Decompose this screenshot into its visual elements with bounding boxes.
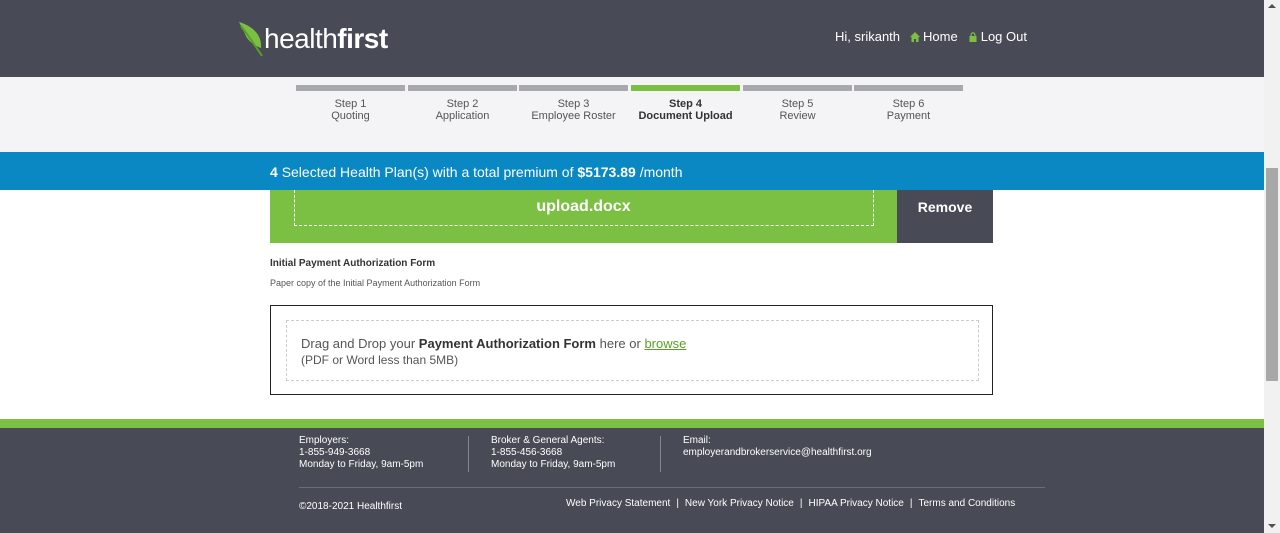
- file-limits: (PDF or Word less than 5MB): [301, 353, 459, 367]
- scroll-up-arrow-icon[interactable]: [1268, 4, 1276, 8]
- step-number: Step 2: [446, 98, 479, 110]
- footer-employers: Employers: 1-855-949-3668 Monday to Frid…: [299, 435, 423, 471]
- web-privacy-link[interactable]: Web Privacy Statement: [566, 498, 670, 509]
- step-name: Review: [779, 110, 816, 122]
- footer-accent-bar: [0, 419, 1264, 428]
- step-bar: [296, 85, 405, 91]
- step-employee-roster[interactable]: Step 3 Employee Roster: [519, 85, 628, 122]
- logo-text-bold: first: [337, 23, 388, 54]
- footer-links: Web Privacy Statement | New York Privacy…: [566, 498, 1016, 509]
- step-name: Employee Roster: [531, 110, 616, 122]
- employers-hours: Monday to Friday, 9am-5pm: [299, 459, 424, 470]
- employers-phone[interactable]: 1-855-949-3668: [299, 447, 423, 459]
- email-label: Email:: [683, 435, 711, 446]
- lock-icon: [969, 31, 977, 42]
- step-number: Step 3: [557, 98, 590, 110]
- step-number: Step 5: [781, 98, 814, 110]
- home-link[interactable]: Home: [910, 29, 958, 44]
- summary-text: Selected Health Plan(s) with a total pre…: [281, 164, 574, 180]
- footer-brokers: Broker & General Agents: 1-855-456-3668 …: [491, 435, 615, 471]
- step-number: Step 4: [668, 98, 702, 110]
- employers-label: Employers:: [299, 435, 350, 446]
- scroll-down-arrow-icon[interactable]: [1268, 524, 1276, 528]
- premium-amount: $5173.89: [577, 164, 636, 180]
- step-name: Application: [435, 110, 490, 122]
- ny-privacy-link[interactable]: New York Privacy Notice: [685, 498, 794, 509]
- step-number: Step 1: [334, 98, 367, 110]
- step-application[interactable]: Step 2 Application: [408, 85, 517, 122]
- step-payment[interactable]: Step 6 Payment: [854, 85, 963, 122]
- step-bar: [854, 85, 963, 91]
- plan-count: 4: [270, 164, 278, 180]
- payment-form-upload-box: Drag and Drop your Payment Authorization…: [270, 305, 993, 395]
- footer-divider: [468, 436, 469, 472]
- healthfirst-logo[interactable]: healthfirst: [238, 20, 388, 58]
- brokers-hours: Monday to Friday, 9am-5pm: [491, 459, 616, 470]
- email-address[interactable]: employerandbrokerservice@healthfirst.org: [683, 447, 872, 459]
- step-number: Step 6: [892, 98, 925, 110]
- step-review[interactable]: Step 5 Review: [743, 85, 852, 122]
- drop-document-name: Payment Authorization Form: [418, 336, 596, 351]
- step-bar: [519, 85, 628, 91]
- browse-link[interactable]: browse: [644, 336, 686, 351]
- hipaa-privacy-link[interactable]: HIPAA Privacy Notice: [808, 498, 903, 509]
- footer-rule: [299, 487, 1045, 488]
- step-bar: [408, 85, 517, 91]
- logout-link[interactable]: Log Out: [968, 29, 1027, 44]
- brokers-label: Broker & General Agents:: [491, 435, 605, 446]
- home-icon: [910, 31, 921, 42]
- remove-button[interactable]: Remove: [897, 190, 993, 243]
- home-link-label: Home: [923, 29, 958, 44]
- leaf-icon: [239, 22, 263, 57]
- uploaded-file-block: upload.docx: [270, 190, 897, 243]
- step-name: Document Upload: [638, 110, 733, 122]
- brokers-phone[interactable]: 1-855-456-3668: [491, 447, 615, 459]
- premium-period: /month: [639, 164, 683, 180]
- copyright: ©2018-2021 Healthfirst: [299, 501, 402, 512]
- site-footer: Employers: 1-855-949-3668 Monday to Frid…: [0, 428, 1264, 533]
- logout-link-label: Log Out: [980, 29, 1027, 44]
- payment-form-dropzone[interactable]: Drag and Drop your Payment Authorization…: [286, 320, 979, 381]
- user-nav: Hi, srikanth Home Log Out: [835, 29, 1027, 44]
- payment-form-title: Initial Payment Authorization Form: [270, 258, 436, 269]
- uploaded-filename: upload.docx: [536, 198, 631, 215]
- step-bar: [743, 85, 852, 91]
- step-quoting[interactable]: Step 1 Quoting: [296, 85, 405, 122]
- drop-mid: here or: [599, 336, 641, 351]
- step-name: Quoting: [331, 110, 370, 122]
- terms-link[interactable]: Terms and Conditions: [918, 498, 1015, 509]
- scrollbar-thumb[interactable]: [1266, 168, 1278, 381]
- step-bar: [631, 85, 740, 91]
- step-document-upload[interactable]: Step 4 Document Upload: [631, 85, 740, 122]
- user-greeting: Hi, srikanth: [835, 29, 901, 44]
- payment-form-description: Paper copy of the Initial Payment Author…: [270, 278, 481, 288]
- site-header: healthfirst Hi, srikanth Home Log Out: [0, 0, 1264, 77]
- step-name: Payment: [886, 110, 931, 122]
- footer-divider: [660, 436, 661, 472]
- plan-summary-bar: 4 Selected Health Plan(s) with a total p…: [0, 152, 1264, 190]
- logo-text-light: health: [264, 23, 338, 54]
- drop-prefix: Drag and Drop your: [301, 336, 416, 351]
- footer-email: Email: employerandbrokerservice@healthfi…: [683, 435, 872, 459]
